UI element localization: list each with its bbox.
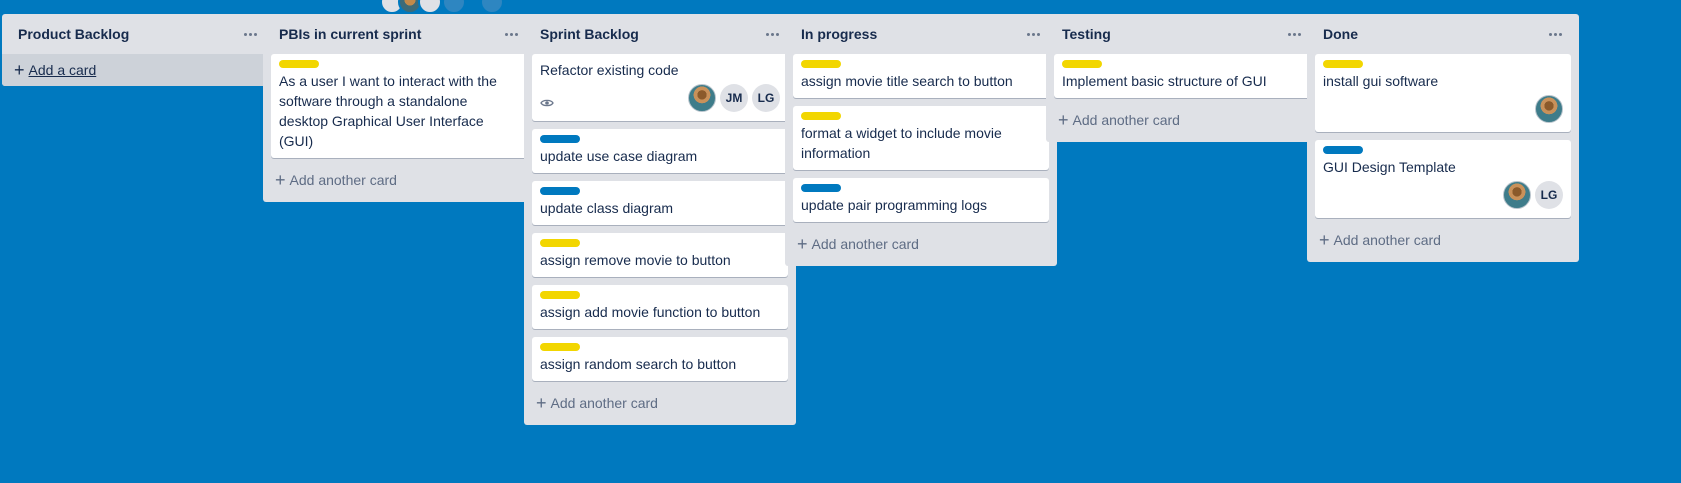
card-label-yellow[interactable] xyxy=(1062,60,1102,68)
list-header: Testing xyxy=(1054,14,1310,54)
member-avatar[interactable] xyxy=(688,84,716,112)
card[interactable]: update pair programming logs xyxy=(793,178,1049,222)
card-title: update class diagram xyxy=(540,200,674,216)
card-badges: JM LG xyxy=(540,82,780,114)
member-initials-avatar[interactable]: LG xyxy=(752,84,780,112)
list-column: Product Backlog + Add a card xyxy=(2,14,274,86)
list-header: PBIs in current sprint xyxy=(271,14,527,54)
list-header: Done xyxy=(1315,14,1571,54)
list-column: In progress assign movie title search to … xyxy=(785,14,1057,266)
board-member-avatar[interactable] xyxy=(480,0,504,14)
add-card-label: Add another card xyxy=(1333,232,1441,248)
card-label-blue[interactable] xyxy=(540,135,580,143)
card-label-yellow[interactable] xyxy=(801,60,841,68)
eye-icon xyxy=(540,93,554,107)
card[interactable]: install gui software xyxy=(1315,54,1571,132)
list-header: In progress xyxy=(793,14,1049,54)
add-card-button[interactable]: + Add another card xyxy=(1315,226,1571,254)
add-card-button[interactable]: + Add another card xyxy=(793,230,1049,258)
ellipsis-icon[interactable] xyxy=(499,29,523,39)
board-member-avatar[interactable] xyxy=(442,0,466,14)
list-title[interactable]: Done xyxy=(1323,26,1358,42)
card[interactable]: update class diagram xyxy=(532,181,788,225)
card-title: install gui software xyxy=(1323,73,1439,89)
add-card-label: Add another card xyxy=(289,172,397,188)
card-label-yellow[interactable] xyxy=(801,112,841,120)
card-title: update use case diagram xyxy=(540,148,698,164)
card-label-yellow[interactable] xyxy=(540,239,580,247)
card-title: GUI Design Template xyxy=(1323,159,1456,175)
member-initials-avatar[interactable]: LG xyxy=(1535,181,1563,209)
card-title: assign add movie function to button xyxy=(540,304,761,320)
card-members: JM LG xyxy=(688,84,780,112)
list-title[interactable]: Sprint Backlog xyxy=(540,26,639,42)
plus-icon: + xyxy=(797,234,808,254)
member-avatar[interactable] xyxy=(1535,95,1563,123)
ellipsis-icon[interactable] xyxy=(1021,29,1045,39)
list-column: Done install gui software GUI Design Templ… xyxy=(1307,14,1579,262)
card[interactable]: As a user I want to interact with the so… xyxy=(271,54,527,158)
card-members xyxy=(1535,95,1563,123)
add-card-button[interactable]: + Add another card xyxy=(532,389,788,417)
card-title: update pair programming logs xyxy=(801,197,987,213)
card-title: assign remove movie to button xyxy=(540,252,731,268)
board-member-avatar[interactable] xyxy=(418,0,442,14)
list-title[interactable]: Product Backlog xyxy=(18,26,129,42)
plus-icon: + xyxy=(536,393,547,413)
add-card-button[interactable]: + Add a card xyxy=(2,54,274,86)
card-title: As a user I want to interact with the so… xyxy=(279,73,497,149)
card[interactable]: assign movie title search to button xyxy=(793,54,1049,98)
card[interactable]: GUI Design Template LG xyxy=(1315,140,1571,218)
list-header: Product Backlog xyxy=(10,14,266,54)
card-title: format a widget to include movie informa… xyxy=(801,125,1002,161)
card[interactable]: update use case diagram xyxy=(532,129,788,173)
list-column: Testing Implement basic structure of GUI +… xyxy=(1046,14,1318,142)
add-card-button[interactable]: + Add another card xyxy=(271,166,527,194)
plus-icon: + xyxy=(1058,110,1069,130)
member-initials-avatar[interactable]: JM xyxy=(720,84,748,112)
card-label-yellow[interactable] xyxy=(1323,60,1363,68)
add-card-label: Add another card xyxy=(550,395,658,411)
list-title[interactable]: PBIs in current sprint xyxy=(279,26,421,42)
card[interactable]: assign random search to button xyxy=(532,337,788,381)
card-title: Implement basic structure of GUI xyxy=(1062,73,1267,89)
card-members: LG xyxy=(1503,181,1563,209)
card-label-yellow[interactable] xyxy=(540,343,580,351)
card[interactable]: Refactor existing code JM LG xyxy=(532,54,788,121)
card-label-blue[interactable] xyxy=(1323,146,1363,154)
add-card-label: Add a card xyxy=(28,62,97,78)
list-column: PBIs in current sprint As a user I want t… xyxy=(263,14,535,202)
card-title: assign random search to button xyxy=(540,356,737,372)
ellipsis-icon[interactable] xyxy=(238,29,262,39)
ellipsis-icon[interactable] xyxy=(1543,29,1567,39)
card-title: assign movie title search to button xyxy=(801,73,1013,89)
plus-icon: + xyxy=(1319,230,1330,250)
member-avatar[interactable] xyxy=(1503,181,1531,209)
ellipsis-icon[interactable] xyxy=(760,29,784,39)
card[interactable]: assign add movie function to button xyxy=(532,285,788,329)
card[interactable]: format a widget to include movie informa… xyxy=(793,106,1049,170)
card-badges xyxy=(1323,93,1563,125)
card-label-yellow[interactable] xyxy=(540,291,580,299)
list-header: Sprint Backlog xyxy=(532,14,788,54)
card-label-blue[interactable] xyxy=(801,184,841,192)
card-title: Refactor existing code xyxy=(540,62,679,78)
add-card-label: Add another card xyxy=(811,236,919,252)
list-title[interactable]: Testing xyxy=(1062,26,1111,42)
card-label-yellow[interactable] xyxy=(279,60,319,68)
list-column: Sprint Backlog Refactor existing code JM LG… xyxy=(524,14,796,425)
card-badges: LG xyxy=(1323,179,1563,211)
plus-icon: + xyxy=(275,170,286,190)
card[interactable]: Implement basic structure of GUI xyxy=(1054,54,1310,98)
plus-icon: + xyxy=(14,60,25,80)
card[interactable]: assign remove movie to button xyxy=(532,233,788,277)
add-card-button[interactable]: + Add another card xyxy=(1054,106,1310,134)
card-label-blue[interactable] xyxy=(540,187,580,195)
list-title[interactable]: In progress xyxy=(801,26,877,42)
add-card-label: Add another card xyxy=(1072,112,1180,128)
ellipsis-icon[interactable] xyxy=(1282,29,1306,39)
